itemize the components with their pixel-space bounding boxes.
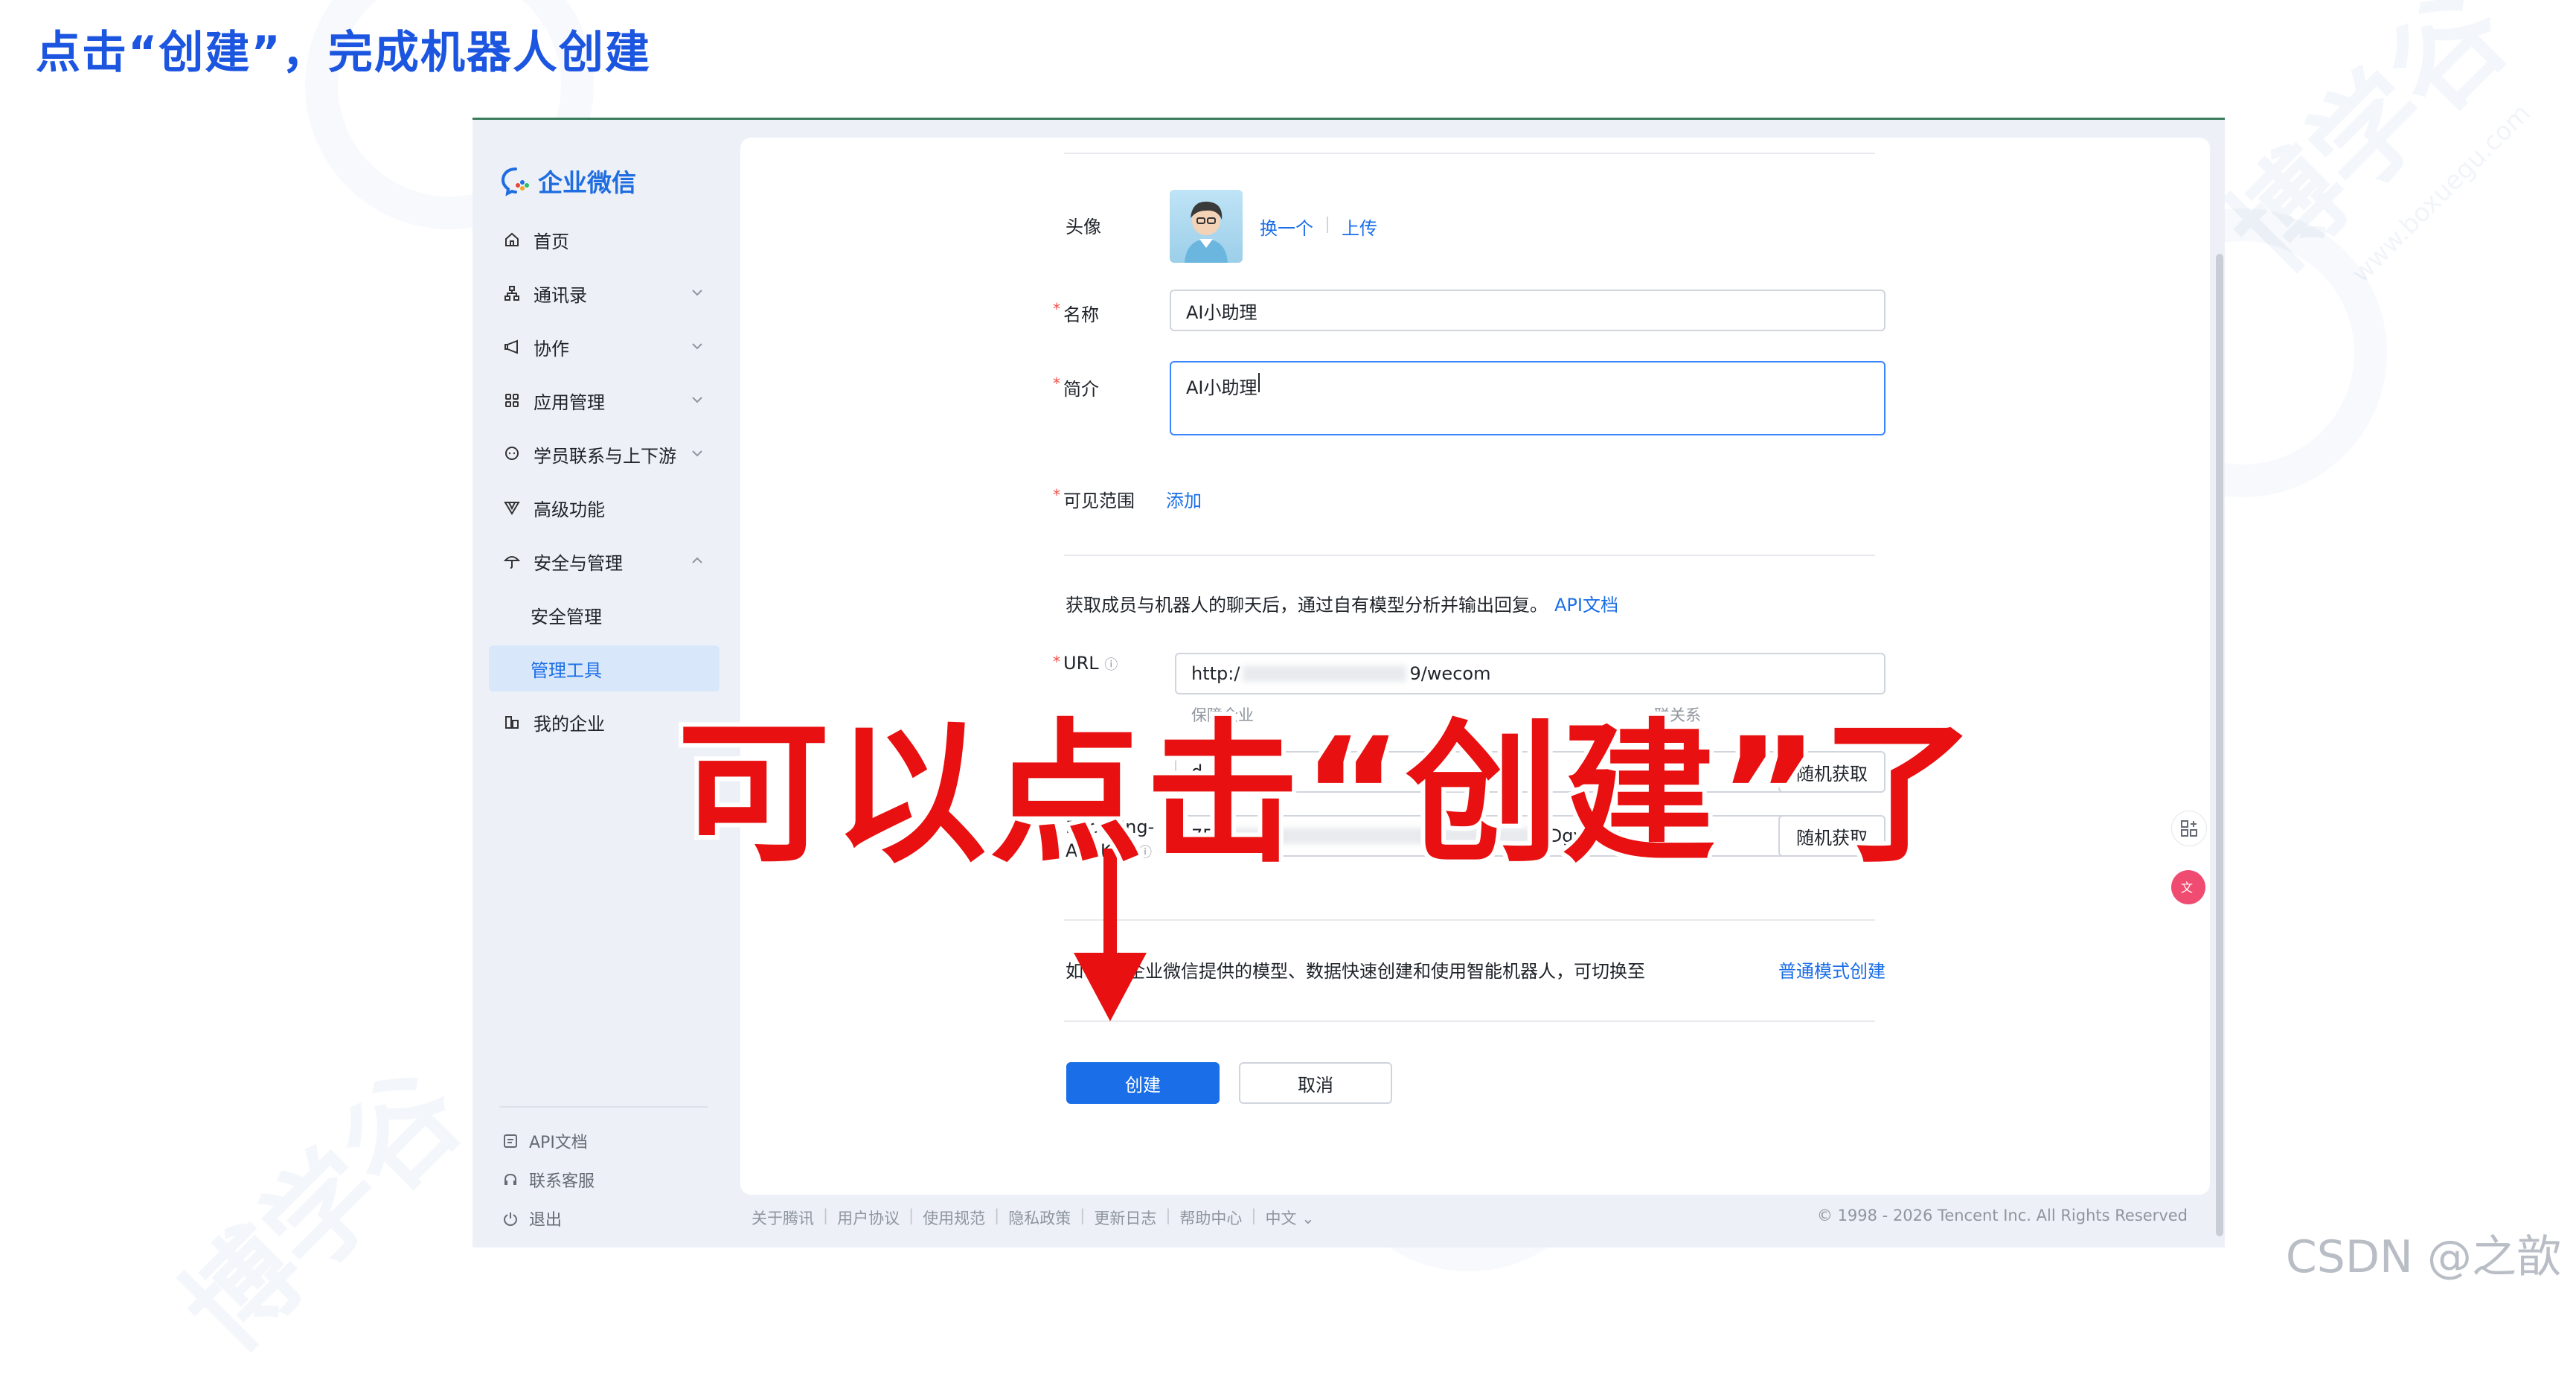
- sidebar-footer-api-doc[interactable]: API文档: [502, 1129, 588, 1153]
- company-icon: [502, 712, 522, 732]
- logo-text: 企业微信: [538, 168, 636, 197]
- sidebar-item-label: 高级功能: [534, 499, 605, 520]
- wecom-logo-icon: [501, 167, 529, 197]
- svg-text:文: 文: [2181, 881, 2193, 895]
- sidebar-item-student-contact[interactable]: 学员联系与上下游: [489, 431, 720, 477]
- avatar-upload-link[interactable]: 上传: [1342, 214, 1377, 240]
- footer-link-label: API文档: [529, 1134, 588, 1152]
- scrollbar[interactable]: [2216, 254, 2223, 1236]
- watermark-text: 博学谷: [2205, 0, 2534, 297]
- language-select[interactable]: 中文 ⌄: [1265, 1207, 1314, 1229]
- apps-float-icon[interactable]: [2171, 811, 2207, 846]
- home-icon: [502, 230, 522, 249]
- cancel-button[interactable]: 取消: [1239, 1062, 1392, 1104]
- sidebar-footer-support[interactable]: 联系客服: [502, 1168, 595, 1192]
- sidebar-item-security-manage[interactable]: 安全管理: [489, 592, 720, 638]
- sidebar-item-label: 安全管理: [531, 606, 602, 627]
- chevron-down-icon: [692, 397, 702, 403]
- headset-icon: [504, 1173, 516, 1185]
- doc-icon: [504, 1134, 517, 1148]
- chevron-down-icon: [692, 343, 702, 350]
- sidebar-item-label: 应用管理: [534, 392, 605, 413]
- power-icon: [503, 1213, 518, 1226]
- chevron-down-icon: [692, 290, 702, 296]
- footer-link[interactable]: 隐私政策: [1008, 1207, 1071, 1229]
- footer-link[interactable]: 帮助中心: [1179, 1207, 1242, 1229]
- sidebar-footer-logout[interactable]: 退出: [502, 1207, 562, 1230]
- slide-title: 点击“创建”，完成机器人创建: [36, 27, 651, 79]
- chevron-up-icon: [692, 557, 702, 563]
- grid-icon: [502, 391, 522, 410]
- intro-text: AI小助理: [1186, 377, 1257, 398]
- chat-icon: [502, 444, 522, 464]
- sidebar-item-label: 通讯录: [534, 284, 587, 306]
- intro-label: * 简介: [1053, 374, 1099, 400]
- sidebar-item-advanced[interactable]: 高级功能: [489, 485, 720, 531]
- sidebar-item-label: 首页: [534, 231, 569, 252]
- overlay-annotation: 可以点击“创建”了: [673, 700, 1980, 888]
- scope-add-link[interactable]: 添加: [1166, 486, 1202, 512]
- sidebar-item-label: 安全与管理: [534, 552, 623, 574]
- scope-label: * 可见范围: [1053, 486, 1135, 511]
- section-divider: [1064, 1020, 1875, 1022]
- csdn-watermark: CSDN @之歆: [2285, 1231, 2561, 1283]
- sidebar-item-label: 学员联系与上下游: [534, 445, 676, 467]
- translate-float-icon[interactable]: 文: [2171, 870, 2205, 904]
- watermark-url: www.boxuegu.com: [2345, 98, 2537, 289]
- umbrella-icon: [502, 552, 522, 571]
- sidebar-item-label: 我的企业: [534, 713, 605, 735]
- sidebar-item-security[interactable]: 安全与管理: [489, 538, 720, 584]
- copyright: © 1998 - 2026 Tencent Inc. All Rights Re…: [1816, 1207, 2188, 1224]
- footer-links: 关于腾讯 | 用户协议 | 使用规范 | 隐私政策 | 更新日志 | 帮助中心 | 中文 ⌄: [752, 1207, 1315, 1229]
- api-description: 获取成员与机器人的聊天后，通过自有模型分析并输出回复。: [1066, 595, 1548, 616]
- sidebar-item-label: 管理工具: [531, 659, 602, 681]
- avatar-change-link[interactable]: 换一个: [1260, 214, 1313, 240]
- footer-link-label: 退出: [529, 1211, 563, 1230]
- main-panel: 头像 换一个 上传 * 名称 AI小助理 * 简介 AI小助理 * 可见范围 添加: [740, 138, 2210, 1195]
- org-chart-icon: [502, 284, 522, 303]
- robot-avatar: [1170, 190, 1243, 263]
- create-button[interactable]: 创建: [1066, 1062, 1220, 1104]
- advanced-icon: [502, 498, 522, 517]
- name-input[interactable]: AI小助理: [1170, 290, 1885, 331]
- section-divider: [1064, 153, 1875, 154]
- avatar-label: 头像: [1066, 217, 1101, 237]
- footer-link[interactable]: 使用规范: [923, 1207, 985, 1229]
- link-divider: [1327, 217, 1328, 233]
- footer-link[interactable]: 更新日志: [1094, 1207, 1156, 1229]
- sidebar-divider: [499, 1106, 708, 1108]
- sidebar-item-collab[interactable]: 协作: [489, 324, 720, 370]
- sidebar-item-home[interactable]: 首页: [489, 217, 720, 263]
- avatar-image: [1185, 201, 1228, 263]
- normal-mode-link[interactable]: 普通模式创建: [1778, 956, 1885, 983]
- section-divider: [1064, 555, 1875, 556]
- mode-description: 企业微信提供的模型、数据快速创建和使用智能机器人，可切换至: [1127, 961, 1645, 982]
- footer-link-label: 联系客服: [529, 1172, 595, 1191]
- text-cursor: [1257, 373, 1260, 392]
- collab-icon: [502, 337, 522, 357]
- name-label: * 名称: [1053, 300, 1099, 325]
- api-doc-link[interactable]: API文档: [1554, 590, 1618, 616]
- sidebar-item-apps[interactable]: 应用管理: [489, 377, 720, 424]
- section-divider: [1064, 919, 1875, 921]
- watermark-text: 博学谷: [158, 1047, 488, 1376]
- app-logo[interactable]: 企业微信: [499, 163, 636, 199]
- sidebar-item-contacts[interactable]: 通讯录: [489, 270, 720, 316]
- intro-textarea[interactable]: AI小助理: [1170, 361, 1885, 435]
- footer-link[interactable]: 用户协议: [837, 1207, 900, 1229]
- footer-link[interactable]: 关于腾讯: [752, 1207, 814, 1229]
- sidebar-item-label: 协作: [534, 338, 569, 360]
- chevron-down-icon: [692, 450, 702, 457]
